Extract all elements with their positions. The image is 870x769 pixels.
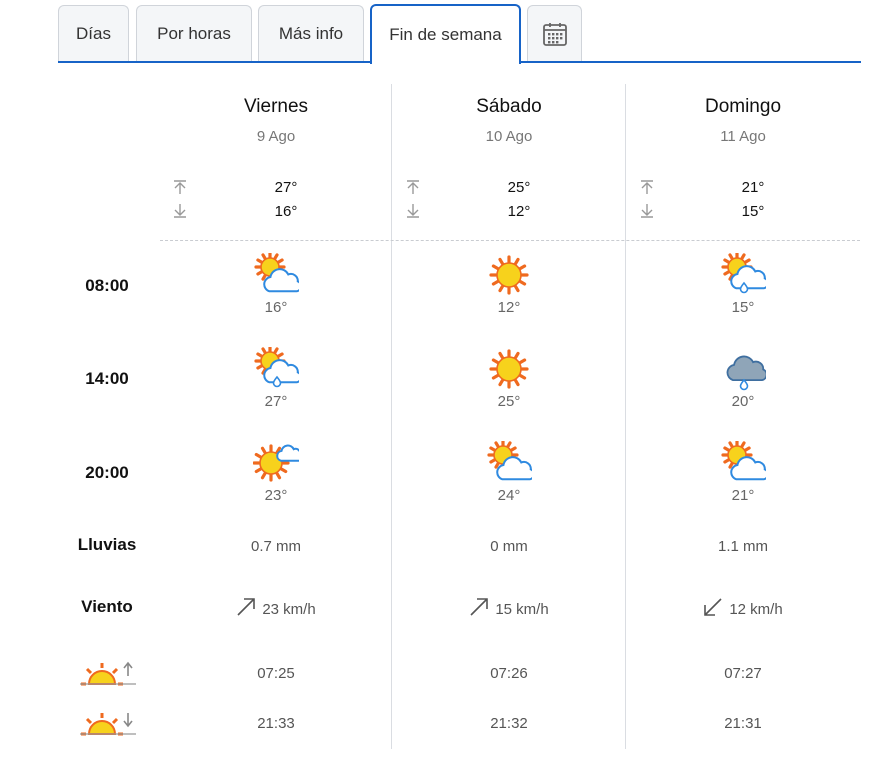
cloud-rain-icon [726, 355, 766, 391]
hour-temp: 20° [731, 393, 755, 410]
hour-temp: 21° [731, 487, 755, 504]
sunrise-value: 07:26 [490, 665, 528, 682]
wind-value: 15 km/h [495, 600, 549, 618]
temp-min: 12° [507, 203, 531, 220]
tab-label: Por horas [157, 24, 231, 43]
wind-cell: 15 km/h [392, 597, 626, 621]
column-divider [391, 84, 392, 749]
wind-arrow-icon [469, 597, 489, 621]
day-name: Sábado [476, 96, 542, 117]
wind-cell: 23 km/h [159, 597, 393, 621]
hour-temp: 27° [264, 393, 288, 410]
day-name: Viernes [243, 96, 309, 117]
temp-max: 25° [507, 179, 531, 196]
hour-temp: 12° [497, 299, 521, 316]
rain-value: 0.7 mm [250, 538, 301, 555]
sunrise-value: 07:27 [724, 665, 762, 682]
day-date: 10 Ago [485, 128, 533, 145]
sun-cloud-icon [254, 253, 299, 293]
sunrise-value: 07:25 [257, 665, 295, 682]
wind-value: 12 km/h [729, 600, 783, 618]
row-label-20: 20:00 [85, 463, 129, 482]
sunset-value: 21:33 [257, 715, 295, 732]
tab-fin-de-semana[interactable]: Fin de semana [370, 4, 521, 64]
sun-cloud-rain-icon [254, 347, 299, 388]
temp-max: 21° [741, 179, 765, 196]
temp-min: 15° [741, 203, 765, 220]
sun-cloud-rain-icon [721, 253, 766, 294]
wind-cell: 12 km/h [626, 597, 860, 621]
sun-small-cloud-icon [253, 444, 299, 482]
day-name: Domingo [704, 96, 782, 117]
header-divider [160, 240, 860, 241]
tab-label: Fin de semana [389, 25, 502, 44]
hour-temp: 15° [731, 299, 755, 316]
row-label-viento: Viento [81, 597, 133, 616]
temp-min: 16° [274, 203, 298, 220]
rain-value: 1.1 mm [717, 538, 768, 555]
hour-temp: 16° [264, 299, 288, 316]
calendar-icon [542, 23, 567, 46]
sunset-value: 21:31 [724, 715, 762, 732]
tab-calendar[interactable] [527, 5, 582, 62]
tab-label: Días [76, 24, 111, 43]
sunset-value: 21:32 [490, 715, 528, 732]
max-arrow-icon [405, 179, 421, 195]
wind-value: 23 km/h [262, 600, 316, 618]
hour-temp: 25° [497, 393, 521, 410]
tab-por-horas[interactable]: Por horas [136, 5, 252, 62]
row-label-14: 14:00 [85, 369, 129, 388]
rain-value: 0 mm [490, 538, 528, 555]
tab-dias[interactable]: Días [58, 5, 129, 62]
row-label-08: 08:00 [85, 276, 129, 295]
sun-icon [489, 255, 529, 295]
min-arrow-icon [172, 203, 188, 219]
max-arrow-icon [172, 179, 188, 195]
tab-bar: Días Por horas Más info Fin de semana [58, 4, 861, 64]
day-date: 11 Ago [720, 128, 766, 145]
row-label-lluvias: Lluvias [77, 535, 137, 554]
sun-icon [489, 349, 529, 389]
hour-temp: 23° [264, 487, 288, 504]
min-arrow-icon [639, 203, 655, 219]
tab-mas-info[interactable]: Más info [258, 5, 364, 62]
min-arrow-icon [405, 203, 421, 219]
tab-label: Más info [278, 24, 344, 43]
sun-cloud-icon [487, 441, 532, 481]
wind-arrow-icon [703, 597, 723, 621]
day-date: 9 Ago [256, 128, 296, 145]
sunset-icon [80, 713, 136, 736]
max-arrow-icon [639, 179, 655, 195]
sun-cloud-icon [721, 441, 766, 481]
hour-temp: 24° [497, 487, 521, 504]
temp-max: 27° [274, 179, 298, 196]
wind-arrow-icon [236, 597, 256, 621]
sunrise-icon [80, 661, 136, 686]
column-divider [625, 84, 626, 749]
